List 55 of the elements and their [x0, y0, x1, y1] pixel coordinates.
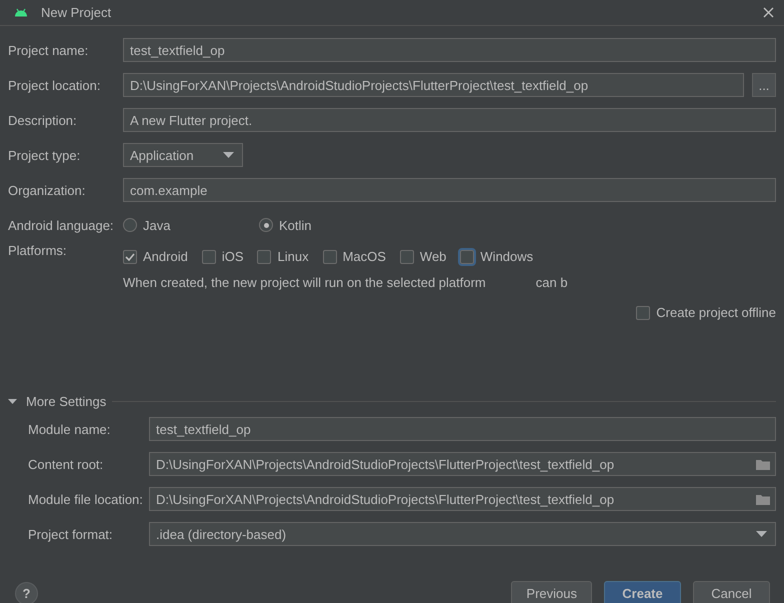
checkbox[interactable] [257, 250, 272, 264]
text-field[interactable]: com.example [123, 178, 776, 202]
field-label: Description: [8, 112, 78, 128]
checkbox[interactable] [322, 250, 337, 264]
field-label: Android language: [8, 218, 115, 232]
field-label: Module name: [28, 422, 112, 436]
android-icon [14, 8, 28, 17]
checkbox-label: Linux [277, 249, 309, 264]
dropdown[interactable]: .idea (directory-based) [149, 522, 776, 546]
checkbox-label: Create project offline [656, 305, 776, 320]
field-label: Module file location: [28, 492, 144, 506]
field-label: Organization: [8, 182, 86, 198]
create-button[interactable]: Create [604, 580, 681, 603]
dialog-button[interactable]: Cancel [693, 580, 770, 603]
field-label: Project type: [8, 148, 82, 162]
text-field[interactable]: test_textfield_op [149, 417, 776, 441]
path-field[interactable]: D:\UsingForXAN\Projects\AndroidStudioProjects\FlutterProject\test_textfield_op [149, 452, 776, 476]
radio-label: Java [143, 218, 170, 232]
checkbox[interactable] [202, 250, 216, 264]
caret-icon [223, 152, 234, 158]
browse-button[interactable]: ... [752, 73, 776, 97]
path-text: D:\UsingForXAN\Projects\AndroidStudioProjects\FlutterProject\test_textfield_op [156, 492, 614, 506]
folder-icon[interactable] [755, 458, 771, 470]
text-field[interactable]: test_textfield_op [123, 38, 776, 62]
info-text: can b [536, 275, 568, 290]
field-label: Content root: [28, 456, 104, 472]
field-label: Project location: [8, 78, 102, 92]
checkbox-label: Windows [480, 249, 534, 264]
checkbox[interactable] [636, 306, 650, 320]
field-label: Platforms: [8, 243, 68, 258]
section-title[interactable]: More Settings [26, 394, 106, 409]
text-field[interactable]: D:\UsingForXAN\Projects\AndroidStudioProjects\FlutterProject\test_textfield_op [123, 73, 744, 97]
checkbox-label: MacOS [342, 249, 386, 264]
path-text: D:\UsingForXAN\Projects\AndroidStudioProjects\FlutterProject\test_textfield_op [156, 456, 614, 472]
checkbox-label: Web [420, 249, 446, 264]
checkbox[interactable] [400, 250, 414, 264]
checkbox[interactable] [123, 250, 137, 264]
checkbox-label: iOS [222, 249, 244, 264]
dialog-button[interactable]: Previous [511, 580, 592, 603]
collapse-icon[interactable] [8, 397, 17, 406]
field-label: Project name: [8, 42, 90, 58]
folder-icon[interactable] [755, 492, 771, 506]
window-title: New Project [41, 5, 112, 20]
text-field[interactable]: A new Flutter project. [123, 108, 776, 132]
checkbox-label: Android [143, 249, 188, 264]
close-icon[interactable] [763, 7, 774, 18]
help-button[interactable]: ? [15, 582, 38, 603]
radio-label: Kotlin [279, 218, 312, 232]
caret-icon [756, 531, 767, 537]
dropdown[interactable]: Application [123, 143, 243, 167]
radio-button[interactable] [123, 218, 137, 232]
radio-button[interactable] [259, 218, 273, 232]
info-text: When created, the new project will run on the selected platform [123, 275, 486, 290]
path-field[interactable]: D:\UsingForXAN\Projects\AndroidStudioProjects\FlutterProject\test_textfield_op [149, 487, 776, 511]
field-label: Project format: [28, 526, 114, 542]
